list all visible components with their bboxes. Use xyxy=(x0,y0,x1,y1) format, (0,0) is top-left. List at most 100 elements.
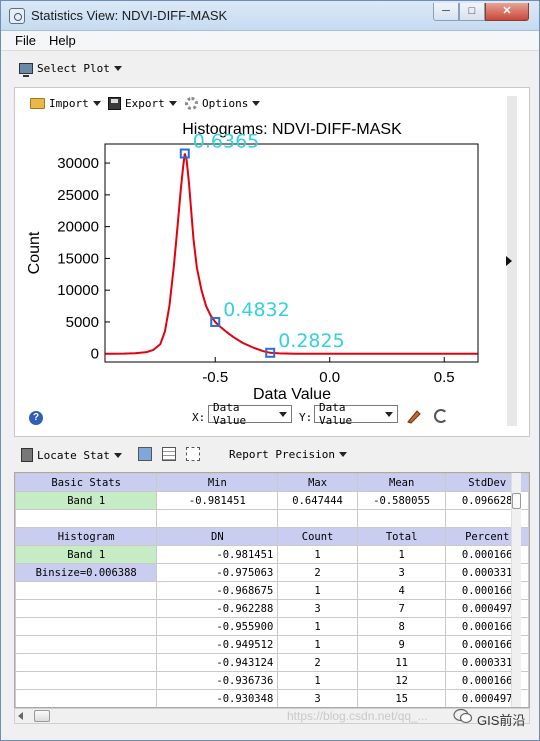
y-tick-label: 30000 xyxy=(57,155,99,172)
histogram-cell[interactable]: 8 xyxy=(356,617,447,636)
table-row: -0.962288 3 7 0.000497 xyxy=(15,599,529,618)
chevron-down-icon xyxy=(252,101,261,106)
watermark: https://blog.csdn.net/qq_... xyxy=(287,709,428,723)
title-bar[interactable]: Statistics View: NDVI-DIFF-MASK ─ □ ✕ xyxy=(1,1,539,31)
histogram-cell[interactable]: 1 xyxy=(277,635,358,654)
chevron-down-icon xyxy=(279,411,287,417)
export-button[interactable]: Export xyxy=(108,97,177,110)
histogram-cell[interactable]: 1 xyxy=(277,671,358,690)
statistics-window: Statistics View: NDVI-DIFF-MASK ─ □ ✕ Fi… xyxy=(0,0,540,741)
empty-cell[interactable] xyxy=(277,509,358,528)
empty-cell[interactable] xyxy=(356,509,447,528)
histogram-line xyxy=(105,153,478,355)
histogram-cell[interactable]: -0.949512 xyxy=(156,635,279,654)
histogram-cell[interactable]: 2 xyxy=(277,563,358,582)
refresh-icon[interactable] xyxy=(434,409,448,423)
list-view-icon[interactable] xyxy=(162,447,176,461)
table-vertical-scrollbar[interactable] xyxy=(511,473,521,707)
annotation-label: 0.4832 xyxy=(223,299,289,321)
empty-cell[interactable] xyxy=(15,671,158,690)
table-row: -0.930348 3 15 0.000497 xyxy=(15,689,529,707)
band-label[interactable]: Band 1 xyxy=(15,491,158,510)
histogram-cell[interactable]: 7 xyxy=(356,599,447,618)
histogram-cell[interactable]: 1 xyxy=(277,617,358,636)
app-icon xyxy=(9,8,25,24)
histogram-cell[interactable]: 11 xyxy=(356,653,447,672)
histogram-cell[interactable]: 1 xyxy=(356,545,447,564)
x-tick-label: 0.0 xyxy=(319,369,340,386)
maximize-button[interactable]: □ xyxy=(459,3,485,21)
basic-stats-header: Mean xyxy=(356,473,447,492)
empty-cell[interactable] xyxy=(15,509,158,528)
scroll-left-icon[interactable] xyxy=(18,712,23,720)
report-precision-button[interactable]: Report Precision xyxy=(229,448,347,461)
histogram-cell[interactable]: -0.962288 xyxy=(156,599,279,618)
chevron-down-icon xyxy=(92,101,101,106)
histogram-cell[interactable]: 3 xyxy=(277,689,358,707)
locate-stat-label: Locate Stat xyxy=(37,448,110,462)
menu-file[interactable]: File xyxy=(15,33,36,48)
options-button[interactable]: Options xyxy=(185,97,261,110)
empty-cell[interactable] xyxy=(15,617,158,636)
histogram-cell[interactable]: 3 xyxy=(356,563,447,582)
annotation-label: 0.2825 xyxy=(278,330,344,352)
select-plot-button[interactable]: Select Plot xyxy=(19,62,122,77)
brand-label: GIS前沿 xyxy=(477,713,526,728)
stat-cell[interactable]: -0.580055 xyxy=(356,491,447,510)
import-button[interactable]: Import xyxy=(30,97,101,110)
histogram-cell[interactable]: -0.943124 xyxy=(156,653,279,672)
y-axis-select-value: Data Value xyxy=(319,401,353,427)
help-icon[interactable]: ? xyxy=(29,411,43,425)
empty-cell[interactable] xyxy=(15,635,158,654)
histogram-header: Histogram xyxy=(15,527,158,546)
histogram-cell[interactable]: -0.955900 xyxy=(156,617,279,636)
menu-help[interactable]: Help xyxy=(49,33,76,48)
empty-cell[interactable] xyxy=(15,599,158,618)
histogram-cell[interactable]: -0.968675 xyxy=(156,581,279,600)
y-tick-label: 25000 xyxy=(57,187,99,204)
histogram-cell[interactable]: 12 xyxy=(356,671,447,690)
y-selector-label: Y: xyxy=(299,411,313,424)
minimize-button[interactable]: ─ xyxy=(433,3,459,21)
table-view-icon[interactable] xyxy=(138,447,152,461)
histogram-cell[interactable]: 15 xyxy=(356,689,447,707)
histogram-cell[interactable]: 2 xyxy=(277,653,358,672)
locate-stat-button[interactable]: Locate Stat xyxy=(21,448,122,462)
empty-cell[interactable] xyxy=(156,509,279,528)
histogram-cell[interactable]: -0.930348 xyxy=(156,689,279,707)
band-label[interactable]: Band 1 xyxy=(15,545,158,564)
histogram-cell[interactable]: 3 xyxy=(277,599,358,618)
table-row: Band 1 -0.981451 0.647444 -0.580055 0.096628 xyxy=(15,491,529,510)
histogram-cell[interactable]: -0.936736 xyxy=(156,671,279,690)
report-precision-label: Report Precision xyxy=(229,448,335,461)
histogram-cell[interactable]: -0.981451 xyxy=(156,545,279,564)
histogram-cell[interactable]: 1 xyxy=(277,581,358,600)
binsize-label[interactable]: Binsize=0.006388 xyxy=(15,563,158,582)
chevron-down-icon xyxy=(338,452,347,457)
chevron-down-icon xyxy=(113,66,122,71)
table-row: Binsize=0.006388 -0.975063 2 3 0.000331 xyxy=(15,563,529,582)
x-axis-select[interactable]: Data Value xyxy=(208,401,292,427)
y-axis-select[interactable]: Data Value xyxy=(314,401,398,427)
empty-cell[interactable] xyxy=(15,653,158,672)
stat-cell[interactable]: 0.647444 xyxy=(277,491,358,510)
empty-cell[interactable] xyxy=(15,689,158,707)
histogram-chart: Histograms: NDVI-DIFF-MASK 0500010000150… xyxy=(26,121,479,403)
empty-cell[interactable] xyxy=(15,581,158,600)
histogram-cell[interactable]: -0.975063 xyxy=(156,563,279,582)
horizontal-scroll-thumb[interactable] xyxy=(34,710,50,722)
histogram-cell[interactable]: 1 xyxy=(277,545,358,564)
copy-icon[interactable] xyxy=(186,447,200,461)
close-button[interactable]: ✕ xyxy=(485,3,529,21)
expand-right-icon[interactable] xyxy=(506,256,512,266)
y-tick-label: 10000 xyxy=(57,282,99,299)
y-tick-label: 0 xyxy=(91,346,99,363)
histogram-cell[interactable]: 9 xyxy=(356,635,447,654)
pencil-icon[interactable] xyxy=(406,408,422,424)
histogram-cell[interactable]: 4 xyxy=(356,581,447,600)
table-row: -0.943124 2 11 0.000331 xyxy=(15,653,529,672)
x-selector-label: X: xyxy=(192,411,206,424)
stat-cell[interactable]: -0.981451 xyxy=(156,491,279,510)
wechat-icon xyxy=(453,708,473,724)
table-scroll-thumb[interactable] xyxy=(512,493,521,509)
